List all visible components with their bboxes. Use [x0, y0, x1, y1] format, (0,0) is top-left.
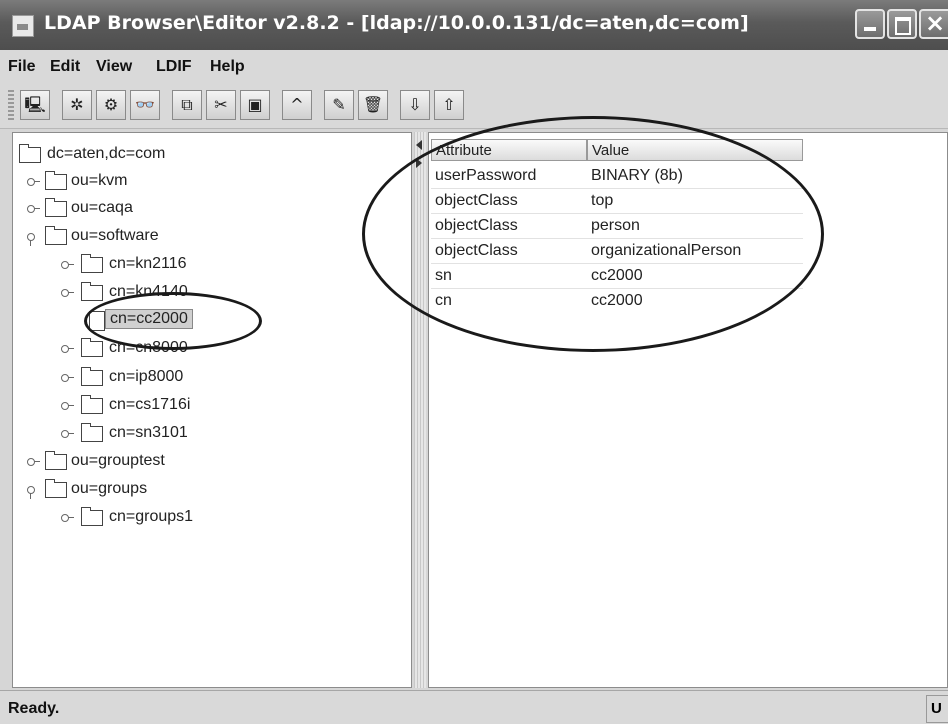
folder-icon: [45, 451, 67, 470]
folder-icon: [81, 423, 103, 442]
search-button[interactable]: 👓: [130, 90, 160, 120]
folder-icon: [45, 226, 67, 245]
menu-ldif[interactable]: LDIF: [156, 58, 192, 76]
collapse-handle-icon[interactable]: [27, 232, 39, 246]
toolbar-grip[interactable]: [8, 90, 14, 122]
clipboard-icon: ▣: [247, 95, 263, 114]
status-text: Ready.: [8, 700, 60, 717]
maximize-button[interactable]: [887, 9, 917, 39]
minimize-button[interactable]: [855, 9, 885, 39]
expand-handle-icon[interactable]: [61, 401, 74, 411]
collapse-handle-icon[interactable]: [27, 485, 39, 499]
folder-icon: [81, 254, 103, 273]
binoculars-icon: 👓: [135, 95, 155, 114]
menu-file[interactable]: File: [8, 58, 36, 76]
computer-icon: 🖳: [24, 95, 46, 114]
expand-handle-icon[interactable]: [61, 513, 74, 523]
import-button[interactable]: ⇩: [400, 90, 430, 120]
close-icon: ×: [925, 9, 946, 37]
folder-icon: [45, 171, 67, 190]
folder-icon: [45, 198, 67, 217]
expand-handle-icon[interactable]: [61, 288, 74, 298]
expand-handle-icon[interactable]: [27, 177, 40, 187]
refresh-button[interactable]: ✲: [62, 90, 92, 120]
expand-handle-icon[interactable]: [27, 204, 40, 214]
paste-button[interactable]: ▣: [240, 90, 270, 120]
menu-edit[interactable]: Edit: [50, 58, 80, 76]
copy-icon: ⧉: [181, 95, 193, 114]
close-button[interactable]: ×: [919, 9, 948, 39]
expand-handle-icon[interactable]: [61, 260, 74, 270]
app-icon: [12, 15, 34, 37]
gear-icon: ⚙: [103, 95, 119, 114]
expand-handle-icon[interactable]: [61, 344, 74, 354]
annotation-ellipse-selected-entry: [84, 292, 262, 350]
folder-icon: [81, 282, 103, 301]
annotation-ellipse-attributes: [362, 116, 824, 352]
cut-button[interactable]: ✂: [206, 90, 236, 120]
collapse-left-icon[interactable]: [416, 140, 422, 150]
reconnect-button[interactable]: ⚙: [96, 90, 126, 120]
copy-button[interactable]: ⧉: [172, 90, 202, 120]
up-button[interactable]: ^: [282, 90, 312, 120]
connect-button[interactable]: 🖳: [20, 90, 50, 120]
tree-root[interactable]: dc=aten,dc=com: [19, 143, 399, 167]
folder-icon: [45, 479, 67, 498]
folder-icon: [81, 367, 103, 386]
edit-button[interactable]: ✎: [324, 90, 354, 120]
folder-icon: [81, 507, 103, 526]
folder-icon: [81, 338, 103, 357]
toolbar: 🖳 ✲ ⚙ 👓 ⧉ ✂ ▣ ^ ✎ 🗑 ⇩ ⇧: [0, 84, 948, 129]
export-icon: ⇧: [442, 95, 456, 114]
chevron-up-icon: ^: [290, 95, 304, 114]
menu-bar: File Edit View LDIF Help: [0, 50, 948, 84]
scissors-icon: ✂: [214, 95, 228, 114]
folder-icon: [81, 395, 103, 414]
menu-help[interactable]: Help: [210, 58, 245, 76]
status-bar: Ready. U: [0, 690, 948, 724]
delete-button[interactable]: 🗑: [358, 90, 388, 120]
menu-view[interactable]: View: [96, 58, 132, 76]
import-icon: ⇩: [408, 95, 422, 114]
expand-handle-icon[interactable]: [27, 457, 40, 467]
status-indicator: U: [926, 695, 948, 723]
expand-handle-icon[interactable]: [61, 429, 74, 439]
title-bar[interactable]: LDAP Browser\Editor v2.8.2 - [ldap://10.…: [0, 0, 948, 50]
directory-tree[interactable]: dc=aten,dc=com ou=kvm ou=caqa ou=softwar…: [12, 132, 412, 688]
refresh-icon: ✲: [70, 95, 84, 114]
trash-icon: 🗑: [362, 95, 384, 114]
export-button[interactable]: ⇧: [434, 90, 464, 120]
expand-handle-icon[interactable]: [61, 373, 74, 383]
ldap-browser-window: LDAP Browser\Editor v2.8.2 - [ldap://10.…: [0, 0, 948, 724]
folder-icon: [19, 144, 41, 163]
edit-icon: ✎: [332, 95, 346, 114]
window-title: LDAP Browser\Editor v2.8.2 - [ldap://10.…: [44, 12, 749, 34]
